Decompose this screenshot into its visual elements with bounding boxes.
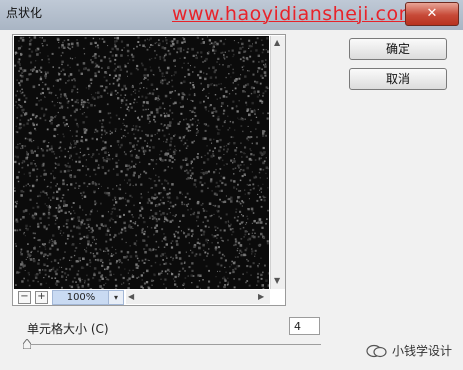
brand-text: 小钱学设计: [392, 344, 453, 358]
scroll-left-icon[interactable]: ◀: [128, 292, 134, 301]
preview-panel: ▲ ▼ − + 100% ▾ ◀ ▶: [12, 34, 286, 306]
close-button[interactable]: ✕: [405, 2, 459, 26]
dialog-title: 点状化: [6, 6, 43, 20]
zoom-level[interactable]: 100%: [52, 290, 110, 305]
cell-size-input[interactable]: 4: [289, 317, 320, 335]
vertical-scrollbar[interactable]: ▲ ▼: [270, 36, 285, 289]
zoom-dropdown-button[interactable]: ▾: [108, 290, 124, 305]
scroll-down-icon[interactable]: ▼: [274, 276, 280, 285]
minus-icon: −: [20, 291, 29, 302]
ok-button[interactable]: 确定: [349, 38, 447, 60]
slider-thumb[interactable]: [23, 339, 31, 349]
wechat-icon: [366, 344, 387, 358]
preview-canvas[interactable]: [14, 36, 269, 289]
watermark-url: www.haoyidiansheji.com: [172, 3, 418, 25]
zoom-in-button[interactable]: +: [35, 291, 48, 304]
scroll-right-icon[interactable]: ▶: [258, 292, 264, 301]
cell-size-label: 单元格大小 (C): [27, 322, 109, 336]
cancel-button[interactable]: 取消: [349, 68, 447, 90]
cell-size-slider[interactable]: [27, 344, 321, 345]
zoom-out-button[interactable]: −: [18, 291, 31, 304]
zoom-controls: − + 100% ▾: [14, 290, 126, 305]
scroll-up-icon[interactable]: ▲: [274, 38, 280, 47]
brand-logo: 小钱学设计: [366, 341, 456, 361]
plus-icon: +: [37, 291, 46, 302]
close-icon: ✕: [426, 6, 438, 21]
horizontal-scrollbar[interactable]: ◀ ▶: [126, 290, 270, 304]
chevron-down-icon: ▾: [113, 293, 118, 302]
title-bar: 点状化 www.haoyidiansheji.com ✕: [0, 0, 463, 30]
